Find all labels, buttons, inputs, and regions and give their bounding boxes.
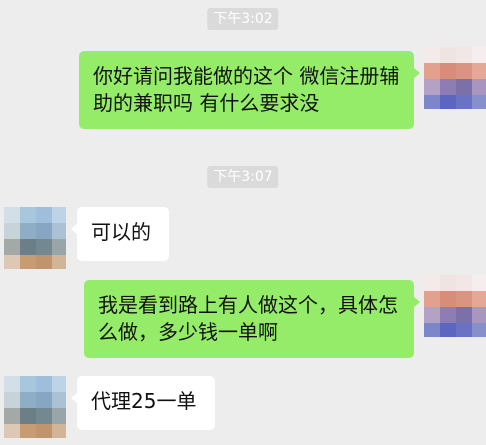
contact-avatar[interactable] [4, 376, 66, 438]
message-text: 可以的 [91, 220, 151, 244]
timestamp: 下午3:07 [207, 166, 279, 188]
message-text: 我是看到路上有人做这个，具体怎么做，多少钱一单啊 [98, 293, 398, 344]
message-bubble-outgoing[interactable]: 你好请问我能做的这个 微信注册辅助的兼职吗 有什么要求没 [79, 51, 420, 129]
message-bubble-outgoing[interactable]: 我是看到路上有人做这个，具体怎么做，多少钱一单啊 [84, 280, 420, 358]
message-text: 你好请问我能做的这个 微信注册辅助的兼职吗 有什么要求没 [93, 64, 400, 115]
timestamp: 下午3:02 [207, 8, 279, 30]
contact-avatar[interactable] [4, 207, 66, 269]
self-avatar[interactable] [424, 47, 486, 109]
message-bubble-incoming[interactable]: 代理25一单 [71, 376, 215, 430]
self-avatar[interactable] [424, 275, 486, 337]
message-text: 代理25一单 [91, 389, 197, 413]
message-bubble-incoming[interactable]: 可以的 [71, 207, 169, 261]
